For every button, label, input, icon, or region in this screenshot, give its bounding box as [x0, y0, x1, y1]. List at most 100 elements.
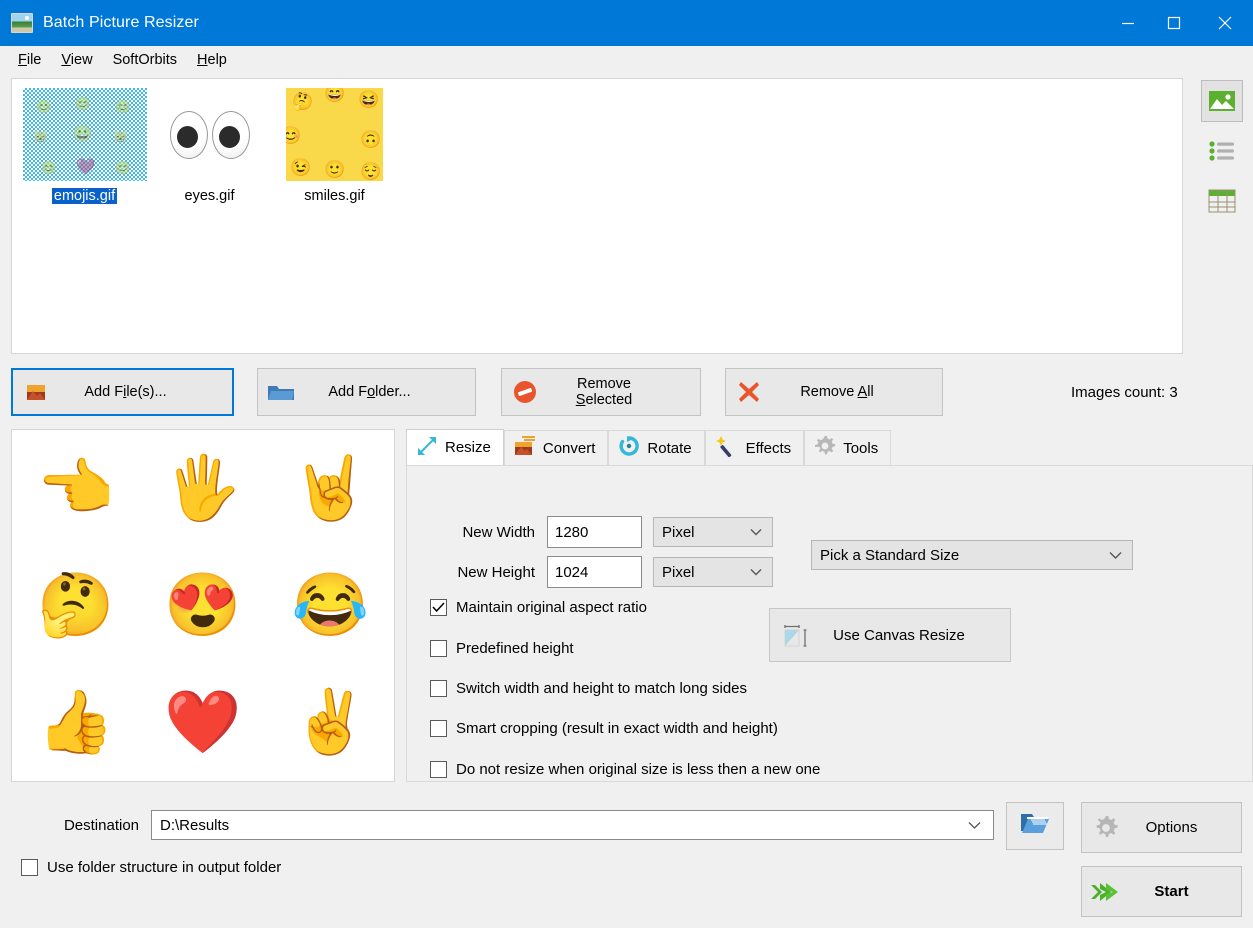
green-arrow-icon	[1082, 880, 1130, 904]
preview-emoji: 🤘	[291, 453, 369, 523]
use-canvas-resize-button[interactable]: Use Canvas Resize	[769, 608, 1011, 662]
resize-arrows-icon	[416, 435, 438, 461]
add-folder-label: Add Folder...	[328, 384, 411, 400]
checkbox-use-folder-structure[interactable]: Use folder structure in output folder	[21, 859, 281, 876]
tab-convert[interactable]: Convert	[503, 430, 609, 465]
remove-all-label: Remove All	[800, 384, 874, 400]
tab-rotate[interactable]: Rotate	[608, 430, 705, 465]
chevron-down-icon	[1109, 547, 1122, 564]
remove-all-button[interactable]: Remove All	[725, 368, 943, 416]
add-image-icon	[13, 384, 59, 401]
eye-left-icon	[169, 110, 208, 159]
file-actions-toolbar: Add File(s)... Add Folder... Remove Sele…	[0, 354, 1253, 416]
add-files-button[interactable]: Add File(s)...	[11, 368, 234, 416]
close-button[interactable]	[1197, 0, 1253, 46]
list-item[interactable]: 🤔 😄 😆 😊 🙃 😉 🙂 😌 smiles.gif	[272, 84, 397, 204]
tab-effects[interactable]: Effects	[704, 430, 805, 465]
window-title: Batch Picture Resizer	[43, 14, 199, 31]
convert-image-icon	[514, 436, 536, 460]
start-button[interactable]: Start	[1081, 866, 1242, 917]
checkbox-label: Smart cropping (result in exact width an…	[456, 720, 778, 737]
new-width-unit-value: Pixel	[662, 523, 695, 541]
list-item-label: eyes.gif	[184, 188, 235, 204]
preview-emoji: 👍	[37, 687, 115, 757]
file-list-panel[interactable]: 😊 😊 😊 😸 😀 😸 😊 💜 😊 emojis.gif eyes.gif 🤔 …	[11, 78, 1183, 354]
menu-item-softorbits[interactable]: SoftOrbits	[103, 48, 187, 72]
standard-size-select[interactable]: Pick a Standard Size	[811, 540, 1133, 570]
add-files-label: Add File(s)...	[84, 384, 167, 400]
remove-selected-button[interactable]: Remove Selected	[501, 368, 701, 416]
open-folder-icon	[1019, 811, 1051, 841]
thumbnail-view-button[interactable]	[1201, 80, 1243, 122]
picture-frame-icon	[11, 13, 33, 33]
resize-tab-content: New Width 1280 Pixel New Height 1024 Pix…	[406, 465, 1253, 782]
cross-icon	[726, 381, 772, 403]
checkbox-label: Maintain original aspect ratio	[456, 599, 647, 616]
details-view-button[interactable]	[1201, 180, 1243, 222]
new-height-label: New Height	[457, 563, 535, 581]
tab-convert-label: Convert	[542, 439, 596, 457]
list-item-label: smiles.gif	[304, 188, 365, 204]
checkbox-switch-width-height[interactable]: Switch width and height to match long si…	[430, 680, 747, 697]
tab-effects-label: Rotate	[647, 439, 692, 457]
list-view-button[interactable]	[1201, 130, 1243, 172]
checkbox-box	[430, 599, 447, 616]
use-canvas-resize-label: Use Canvas Resize	[833, 626, 965, 644]
preview-emoji: ✌️	[291, 687, 369, 757]
main-content: 👈 🖐 🤘 🤔 😍 😂 👍 ❤️ ✌️ Resize Convert Rotat…	[0, 416, 1253, 782]
menu-bar: File View SoftOrbits Help	[0, 46, 1253, 74]
destination-row: Destination D:\Results	[11, 810, 994, 840]
browse-destination-button[interactable]	[1006, 802, 1064, 850]
destination-input[interactable]: D:\Results	[151, 810, 994, 840]
minimize-button[interactable]	[1105, 0, 1151, 46]
add-folder-button[interactable]: Add Folder...	[257, 368, 476, 416]
checkbox-maintain-aspect-ratio[interactable]: Maintain original aspect ratio	[430, 599, 647, 616]
list-item[interactable]: 😊 😊 😊 😸 😀 😸 😊 💜 😊 emojis.gif	[22, 84, 147, 204]
preview-emoji: ❤️	[164, 687, 242, 757]
file-list-row: 😊 😊 😊 😸 😀 😸 😊 💜 😊 emojis.gif eyes.gif 🤔 …	[0, 74, 1253, 354]
menu-item-help[interactable]: Help	[187, 48, 237, 72]
gear-icon	[1082, 815, 1130, 841]
new-height-input[interactable]: 1024	[547, 556, 642, 588]
list-item[interactable]: eyes.gif	[147, 84, 272, 204]
thumbnail-smiles: 🤔 😄 😆 😊 🙃 😉 🙂 😌	[273, 88, 397, 181]
new-width-input[interactable]: 1280	[547, 516, 642, 548]
checkbox-box	[430, 720, 447, 737]
options-button[interactable]: Options	[1081, 802, 1242, 853]
checkbox-do-not-resize[interactable]: Do not resize when original size is less…	[430, 761, 820, 778]
destination-value: D:\Results	[160, 816, 230, 834]
tab-resize[interactable]: Resize	[406, 429, 504, 465]
standard-size-value: Pick a Standard Size	[820, 546, 960, 564]
maximize-button[interactable]	[1151, 0, 1197, 46]
menu-item-file[interactable]: File	[8, 48, 51, 72]
thumbnail-emojis: 😊 😊 😊 😸 😀 😸 😊 💜 😊	[22, 88, 147, 181]
title-bar: Batch Picture Resizer	[0, 0, 1253, 46]
checkbox-smart-cropping[interactable]: Smart cropping (result in exact width an…	[430, 720, 778, 737]
checkbox-label: Use folder structure in output folder	[47, 859, 282, 876]
eye-right-icon	[211, 110, 250, 159]
menu-item-view[interactable]: View	[51, 48, 102, 72]
chevron-down-icon	[968, 817, 981, 834]
checkbox-predefined-height[interactable]: Predefined height	[430, 640, 574, 657]
checkbox-box	[430, 761, 447, 778]
no-entry-icon	[502, 380, 548, 404]
new-width-label: New Width	[462, 523, 535, 541]
new-height-unit-value: Pixel	[662, 563, 695, 581]
start-label: Start	[1154, 883, 1189, 900]
tab-resize-label: Resize	[445, 439, 491, 456]
new-height-row: New Height 1024 Pixel	[407, 556, 773, 588]
checkbox-label: Switch width and height to match long si…	[456, 680, 747, 697]
tab-tools[interactable]: Tools	[804, 430, 892, 465]
preview-emoji: 🤔	[37, 570, 115, 640]
checkered-emoji-sheet: 😊 😊 😊 😸 😀 😸 😊 💜 😊	[22, 88, 147, 181]
new-width-unit-select[interactable]: Pixel	[653, 517, 773, 547]
checkbox-box	[430, 640, 447, 657]
checkbox-label: Predefined height	[456, 640, 574, 657]
tab-tools-label: Tools	[843, 439, 879, 457]
canvas-resize-icon	[770, 620, 822, 650]
new-height-unit-select[interactable]: Pixel	[653, 557, 773, 587]
checkbox-box	[430, 680, 447, 697]
tab-effects-label: Effects	[745, 439, 792, 457]
preview-emoji: 🖐	[164, 453, 242, 523]
destination-label: Destination	[63, 816, 139, 834]
